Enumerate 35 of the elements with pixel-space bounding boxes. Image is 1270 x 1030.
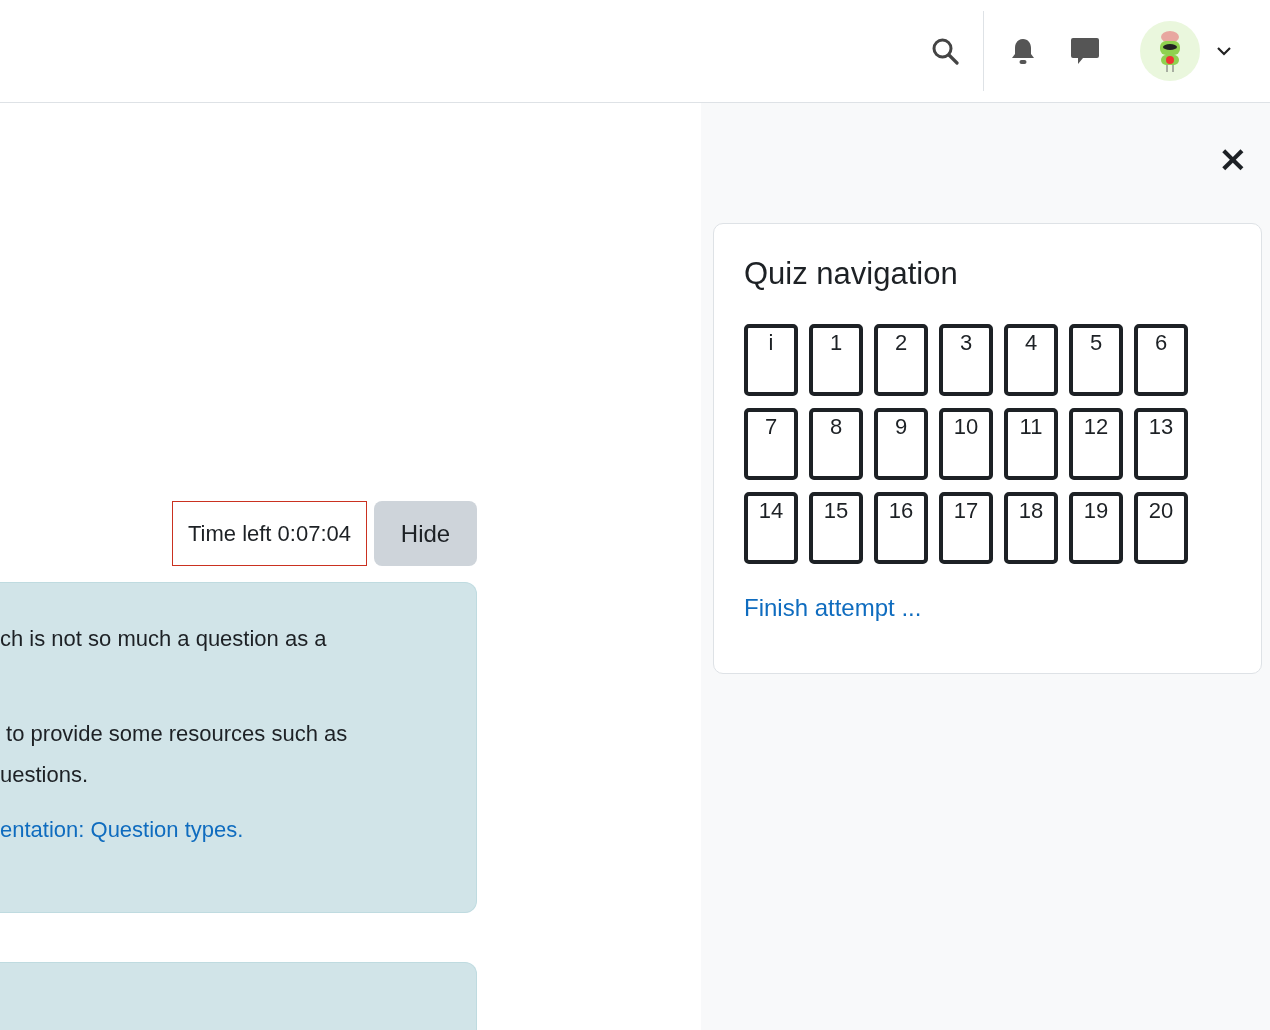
question-button[interactable]: 9 bbox=[874, 408, 928, 480]
info-text: ch is not so much a question as a bbox=[0, 625, 327, 653]
question-button[interactable]: 10 bbox=[939, 408, 993, 480]
question-button[interactable]: 2 bbox=[874, 324, 928, 396]
finish-attempt-link[interactable]: Finish attempt ... bbox=[744, 594, 922, 622]
question-button[interactable]: 20 bbox=[1134, 492, 1188, 564]
question-button[interactable]: 8 bbox=[809, 408, 863, 480]
question-button[interactable]: 6 bbox=[1134, 324, 1188, 396]
question-button[interactable]: 14 bbox=[744, 492, 798, 564]
question-button[interactable]: 12 bbox=[1069, 408, 1123, 480]
chat-icon[interactable] bbox=[1070, 36, 1100, 66]
question-button[interactable]: 3 bbox=[939, 324, 993, 396]
question-button[interactable]: i bbox=[744, 324, 798, 396]
question-button[interactable]: 13 bbox=[1134, 408, 1188, 480]
search-icon[interactable] bbox=[931, 37, 959, 65]
question-button[interactable]: 11 bbox=[1004, 408, 1058, 480]
info-text: uestions. bbox=[0, 761, 89, 789]
question-button[interactable]: 16 bbox=[874, 492, 928, 564]
question-button[interactable]: 5 bbox=[1069, 324, 1123, 396]
time-left-timer: Time left 0:07:04 bbox=[171, 501, 367, 566]
user-avatar[interactable] bbox=[1140, 21, 1200, 81]
question-button[interactable]: 4 bbox=[1004, 324, 1058, 396]
question-button[interactable]: 7 bbox=[744, 408, 798, 480]
bell-icon[interactable] bbox=[1010, 37, 1036, 65]
close-button[interactable]: × bbox=[1217, 139, 1248, 179]
question-button[interactable]: 17 bbox=[939, 492, 993, 564]
info-text: to provide some resources such as bbox=[5, 720, 348, 748]
documentation-link[interactable]: entation: Question types. bbox=[0, 809, 244, 850]
question-button[interactable]: 15 bbox=[809, 492, 863, 564]
caret-icon[interactable] bbox=[1216, 46, 1232, 56]
quiz-navigation-title: Quiz navigation bbox=[744, 255, 959, 293]
question-button[interactable]: 19 bbox=[1069, 492, 1123, 564]
question-button[interactable]: 1 bbox=[809, 324, 863, 396]
question-button[interactable]: 18 bbox=[1004, 492, 1058, 564]
hide-button[interactable]: Hide bbox=[374, 501, 477, 566]
